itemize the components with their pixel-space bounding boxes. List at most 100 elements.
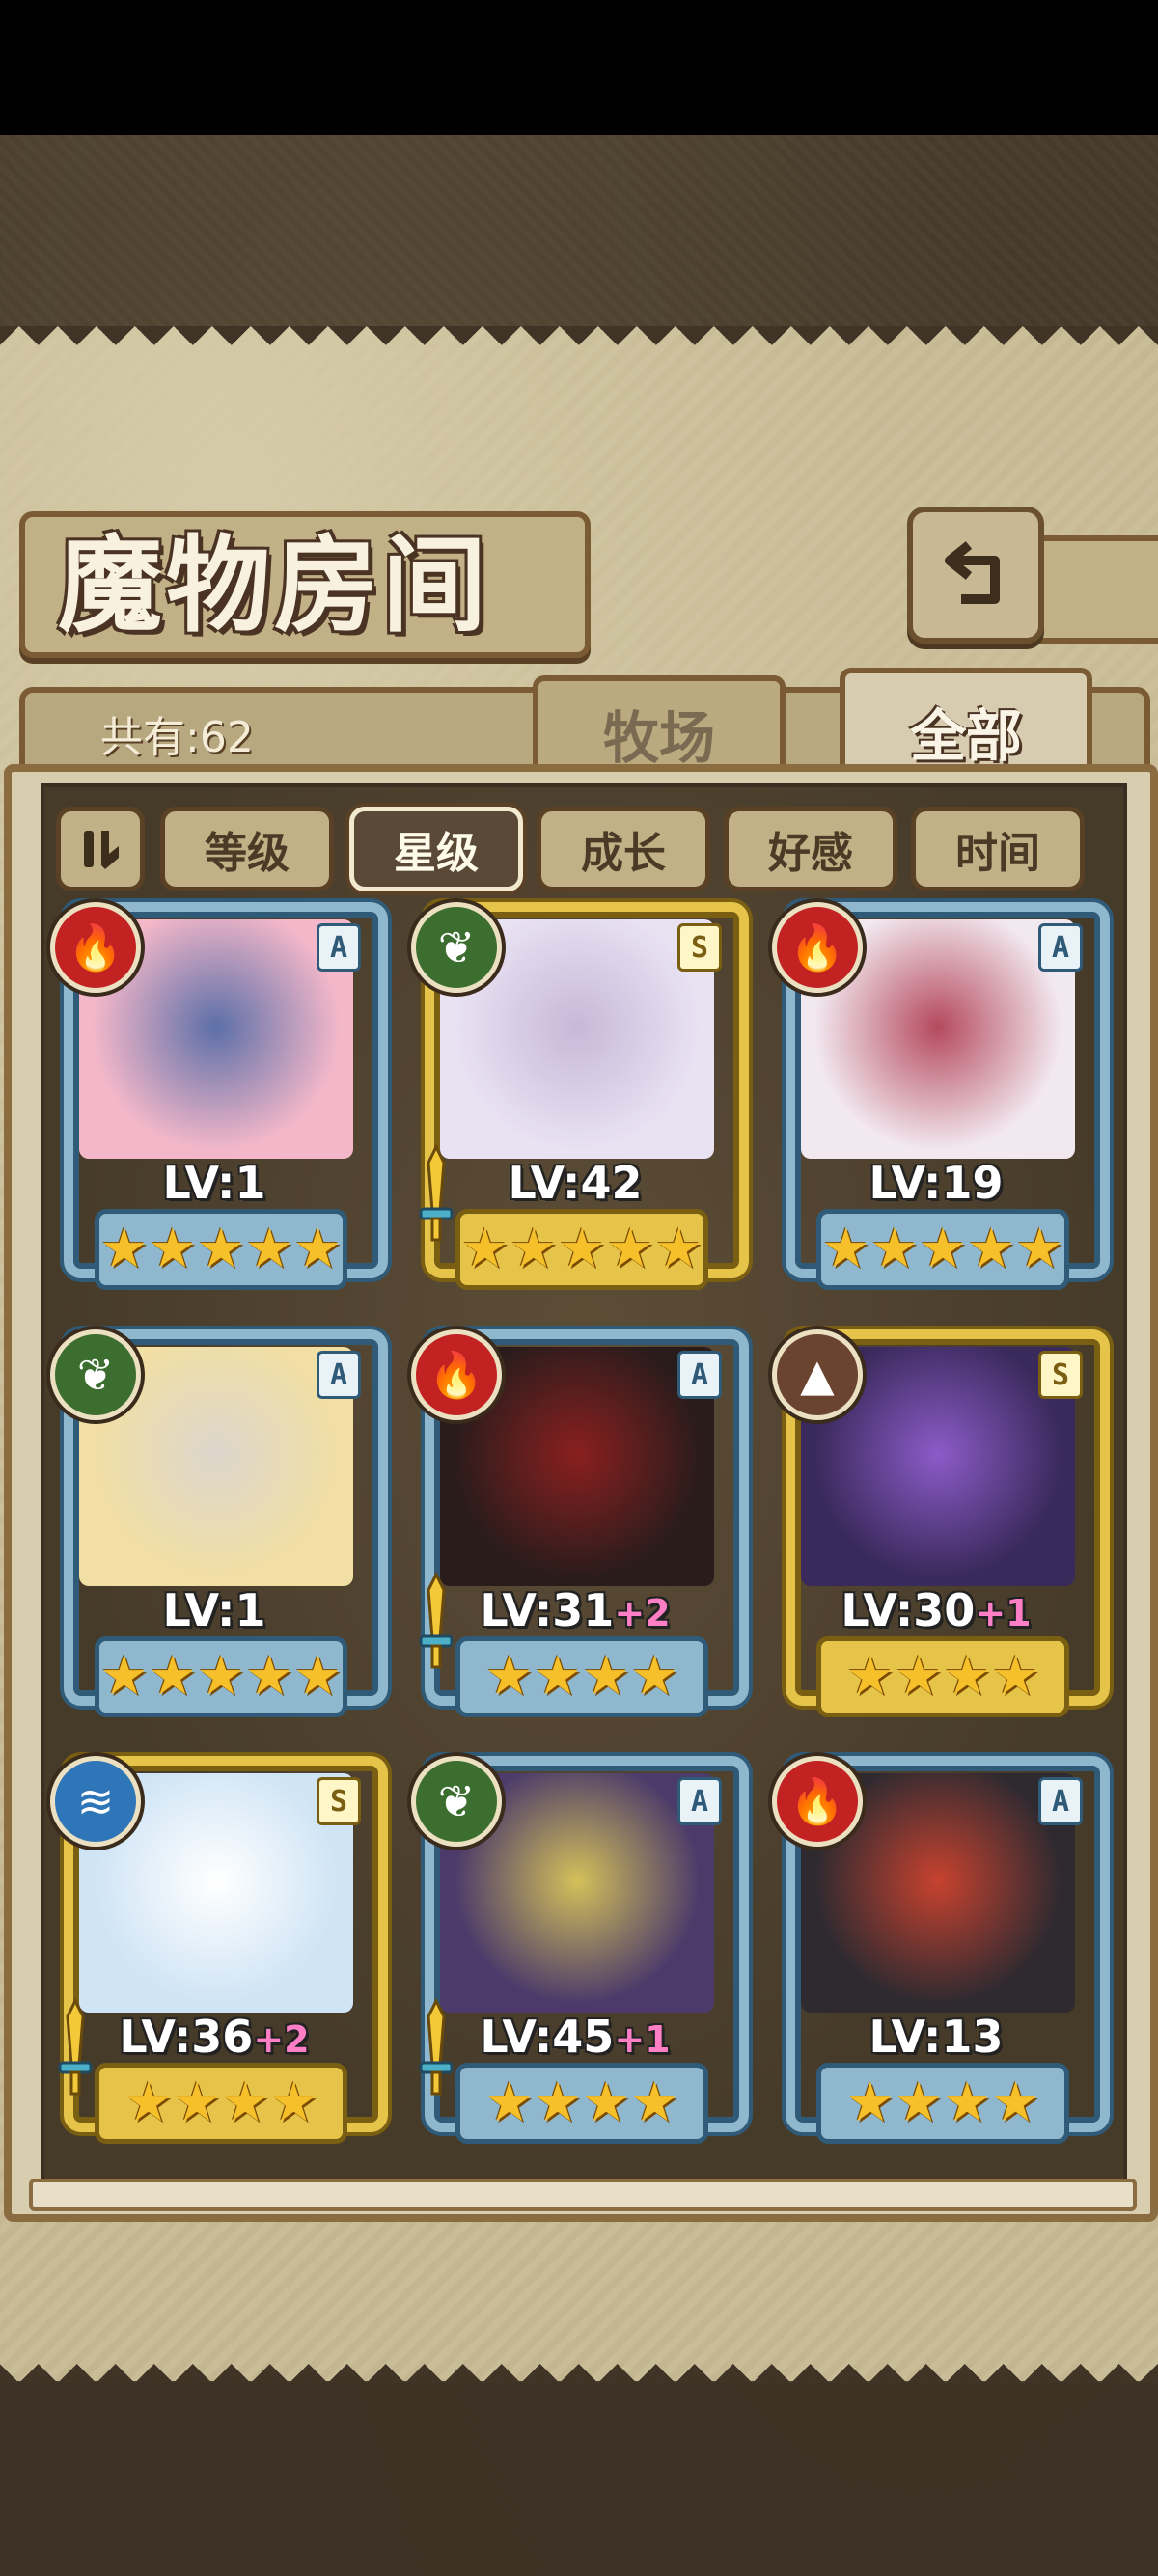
leaf-icon: ❦ bbox=[50, 1329, 141, 1420]
level-label: LV:45+1 bbox=[411, 2011, 739, 2063]
level-value: LV:19 bbox=[868, 1157, 1004, 1209]
page-title: 魔物房间 bbox=[58, 525, 491, 646]
sort-button-time[interactable]: 时间 bbox=[911, 807, 1085, 891]
sort-button-level[interactable]: 等级 bbox=[160, 807, 334, 891]
level-value: LV:1 bbox=[162, 1584, 266, 1636]
status-bar bbox=[0, 0, 1158, 135]
zigzag-border-top bbox=[0, 326, 1158, 365]
pause-sort-icon bbox=[84, 831, 119, 869]
star-icon: ★ bbox=[582, 1645, 631, 1708]
star-icon: ★ bbox=[943, 2071, 992, 2134]
level-label: LV:36+2 bbox=[50, 2011, 378, 2063]
star-icon: ★ bbox=[460, 1218, 510, 1280]
star-icon: ★ bbox=[148, 1218, 197, 1280]
sort-button-affection[interactable]: 好感 bbox=[724, 807, 897, 891]
rank-badge: A bbox=[1038, 923, 1083, 972]
panel-bottom-rail bbox=[29, 2179, 1137, 2211]
level-label: LV:1 bbox=[50, 1584, 378, 1636]
mountain-icon: ▲ bbox=[772, 1329, 863, 1420]
monster-card[interactable]: ❦ S LV:42 ★ ★ ★ ★ ★ bbox=[411, 902, 749, 1298]
flame-icon: 🔥 bbox=[50, 902, 141, 993]
star-icon: ★ bbox=[269, 2071, 318, 2134]
level-value: LV:45 bbox=[480, 2011, 615, 2063]
star-icon: ★ bbox=[533, 1645, 582, 1708]
star-icon: ★ bbox=[894, 1645, 943, 1708]
bottom-map-area bbox=[0, 2383, 1158, 2576]
star-icon: ★ bbox=[943, 1645, 992, 1708]
star-icon: ★ bbox=[99, 1218, 149, 1280]
level-bonus: +1 bbox=[614, 2018, 671, 2061]
flame-icon: 🔥 bbox=[772, 1756, 863, 1847]
star-icon: ★ bbox=[630, 1645, 679, 1708]
star-rating: ★ ★ ★ ★ bbox=[455, 2063, 708, 2144]
sort-button-growth[interactable]: 成长 bbox=[537, 807, 710, 891]
star-rating: ★ ★ ★ ★ ★ bbox=[95, 1209, 347, 1290]
star-icon: ★ bbox=[484, 1645, 534, 1708]
star-icon: ★ bbox=[991, 1645, 1040, 1708]
star-icon: ★ bbox=[293, 1645, 343, 1708]
leaf-icon: ❦ bbox=[411, 1756, 502, 1847]
star-icon: ★ bbox=[196, 1645, 246, 1708]
star-icon: ★ bbox=[1015, 1218, 1064, 1280]
level-label: LV:42 bbox=[411, 1157, 739, 1209]
rank-badge: A bbox=[317, 923, 361, 972]
monster-card[interactable]: ▲ S LV:30+1 ★ ★ ★ ★ bbox=[772, 1329, 1110, 1725]
star-icon: ★ bbox=[869, 1218, 919, 1280]
monster-count: 共有:62 bbox=[100, 713, 254, 762]
rank-badge: S bbox=[317, 1777, 361, 1825]
level-value: LV:31 bbox=[480, 1584, 615, 1636]
rank-badge: S bbox=[677, 923, 722, 972]
level-label: LV:1 bbox=[50, 1157, 378, 1209]
flame-icon: 🔥 bbox=[772, 902, 863, 993]
star-rating: ★ ★ ★ ★ ★ bbox=[816, 1209, 1069, 1290]
star-icon: ★ bbox=[845, 1645, 895, 1708]
star-rating: ★ ★ ★ ★ ★ bbox=[95, 1636, 347, 1717]
star-icon: ★ bbox=[293, 1218, 343, 1280]
level-value: LV:42 bbox=[508, 1157, 643, 1209]
level-label: LV:30+1 bbox=[772, 1584, 1100, 1636]
monster-card[interactable]: ≋ S LV:36+2 ★ ★ ★ ★ bbox=[50, 1756, 388, 2151]
star-rating: ★ ★ ★ ★ ★ bbox=[455, 1209, 708, 1290]
level-label: LV:13 bbox=[772, 2011, 1100, 2063]
star-icon: ★ bbox=[245, 1645, 294, 1708]
back-button[interactable] bbox=[907, 507, 1044, 644]
wave-icon: ≋ bbox=[50, 1756, 141, 1847]
star-icon: ★ bbox=[654, 1218, 703, 1280]
star-icon: ★ bbox=[124, 2071, 173, 2134]
monster-card[interactable]: 🔥 A LV:13 ★ ★ ★ ★ bbox=[772, 1756, 1110, 2151]
star-icon: ★ bbox=[894, 2071, 943, 2134]
rank-badge: A bbox=[1038, 1777, 1083, 1825]
star-icon: ★ bbox=[967, 1218, 1016, 1280]
star-icon: ★ bbox=[148, 1645, 197, 1708]
leaf-icon: ❦ bbox=[411, 902, 502, 993]
star-icon: ★ bbox=[221, 2071, 270, 2134]
rank-badge: S bbox=[1038, 1351, 1083, 1399]
star-icon: ★ bbox=[918, 1218, 968, 1280]
monster-card[interactable]: ❦ A LV:45+1 ★ ★ ★ ★ bbox=[411, 1756, 749, 2151]
monster-card[interactable]: ❦ A LV:1 ★ ★ ★ ★ ★ bbox=[50, 1329, 388, 1725]
monster-card[interactable]: 🔥 A LV:1 ★ ★ ★ ★ ★ bbox=[50, 902, 388, 1298]
star-icon: ★ bbox=[630, 2071, 679, 2134]
star-icon: ★ bbox=[509, 1218, 558, 1280]
level-bonus: +2 bbox=[614, 1592, 671, 1634]
sort-button-stars[interactable]: 星级 bbox=[349, 807, 523, 891]
level-bonus: +1 bbox=[975, 1592, 1032, 1634]
star-icon: ★ bbox=[821, 1218, 870, 1280]
star-icon: ★ bbox=[606, 1218, 655, 1280]
star-rating: ★ ★ ★ ★ bbox=[816, 1636, 1069, 1717]
return-arrow-icon bbox=[945, 541, 1000, 604]
zigzag-border-bottom bbox=[0, 2344, 1158, 2383]
level-bonus: +2 bbox=[253, 2018, 310, 2061]
sort-order-toggle[interactable] bbox=[56, 807, 145, 891]
monster-card[interactable]: 🔥 A LV:31+2 ★ ★ ★ ★ bbox=[411, 1329, 749, 1725]
star-icon: ★ bbox=[991, 2071, 1040, 2134]
rank-badge: A bbox=[677, 1777, 722, 1825]
star-icon: ★ bbox=[196, 1218, 246, 1280]
monster-card[interactable]: 🔥 A LV:19 ★ ★ ★ ★ ★ bbox=[772, 902, 1110, 1298]
rank-badge: A bbox=[317, 1351, 361, 1399]
star-icon: ★ bbox=[484, 2071, 534, 2134]
star-icon: ★ bbox=[245, 1218, 294, 1280]
star-rating: ★ ★ ★ ★ bbox=[455, 1636, 708, 1717]
back-button-rail bbox=[1033, 535, 1158, 644]
star-icon: ★ bbox=[533, 2071, 582, 2134]
